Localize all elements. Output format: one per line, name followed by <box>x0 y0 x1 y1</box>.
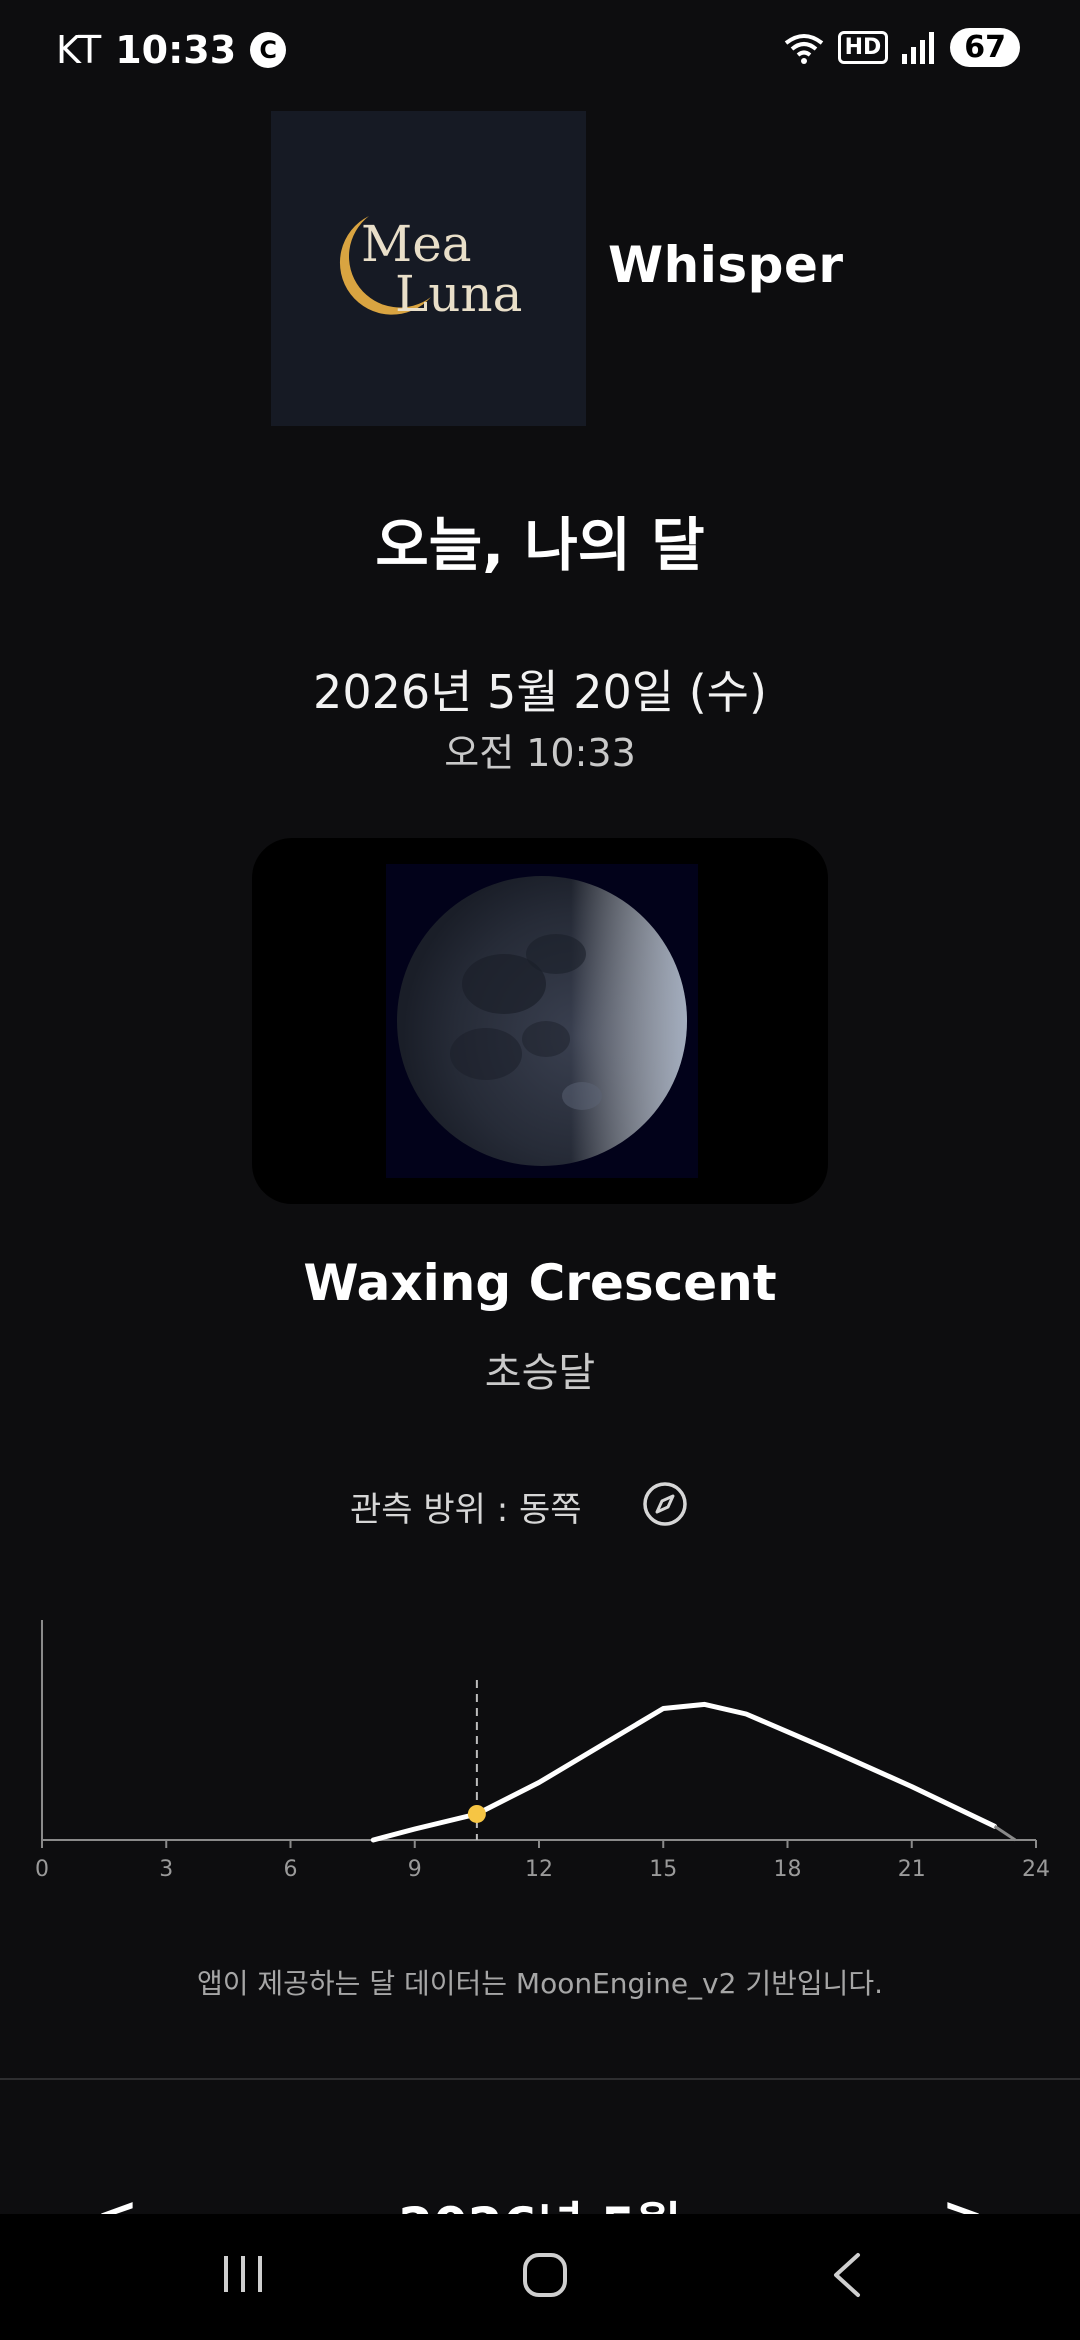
system-nav-bar <box>0 2214 1080 2340</box>
moon-image <box>386 864 698 1178</box>
x-tick-label: 0 <box>35 1857 49 1882</box>
status-left: KT 10:33 C <box>56 28 287 72</box>
status-right: HD 67 <box>784 28 1020 67</box>
altitude-curve-tail <box>993 1825 1017 1842</box>
section-divider <box>0 2078 1080 2080</box>
date-label: 2026년 5월 20일 (수) <box>313 665 767 719</box>
current-moon-marker <box>467 1804 486 1823</box>
x-tick-label: 24 <box>1022 1857 1050 1882</box>
x-tick-label: 3 <box>159 1857 173 1882</box>
time-label: 오전 10:33 <box>444 731 636 775</box>
page-title: 오늘, 나의 달 <box>375 511 705 579</box>
x-tick-label: 21 <box>898 1857 926 1882</box>
altitude-curve <box>370 1701 998 1843</box>
c-badge-icon: C <box>250 32 287 68</box>
data-source-note: 앱이 제공하는 달 데이터는 MoonEngine_v2 기반입니다. <box>196 1967 884 2000</box>
x-tick-label: 9 <box>408 1857 422 1882</box>
back-icon[interactable] <box>830 2252 864 2298</box>
logo-text-luna: Luna <box>395 265 522 323</box>
app-name: Whisper <box>608 236 844 294</box>
hd-voice-icon: HD <box>837 31 889 64</box>
observation-direction: 관측 방위 : 동쪽 <box>350 1490 582 1530</box>
moon-altitude-chart: 0 3 6 9 12 15 18 21 24 <box>35 1620 1050 1882</box>
status-bar: KT 10:33 C HD 67 <box>0 0 1080 100</box>
x-tick-label: 6 <box>284 1857 298 1882</box>
recent-apps-icon[interactable] <box>220 2254 266 2294</box>
compass-icon[interactable] <box>642 1481 688 1527</box>
calendar-month-label: 2026년 5월 <box>0 2186 1080 2214</box>
x-tick-label: 12 <box>525 1857 553 1882</box>
x-tick-label: 18 <box>774 1857 802 1882</box>
x-tick-label: 15 <box>649 1857 677 1882</box>
battery-indicator: 67 <box>950 28 1020 67</box>
calendar-header-peek: < 2026년 5월 > <box>0 2186 1080 2214</box>
mea-luna-logo: Mea Luna <box>271 111 586 426</box>
wifi-icon <box>784 33 823 64</box>
signal-icon <box>902 31 935 64</box>
phase-name-korean: 초승달 <box>484 1350 596 1396</box>
crescent-logo-icon: Mea Luna <box>339 215 522 323</box>
moon-phase-card <box>252 838 828 1204</box>
phase-name-english: Waxing Crescent <box>303 1254 777 1312</box>
clock: 10:33 <box>115 28 237 72</box>
carrier-label: KT <box>56 28 102 72</box>
next-month-button[interactable]: > <box>942 2186 984 2214</box>
home-icon[interactable] <box>522 2252 568 2298</box>
